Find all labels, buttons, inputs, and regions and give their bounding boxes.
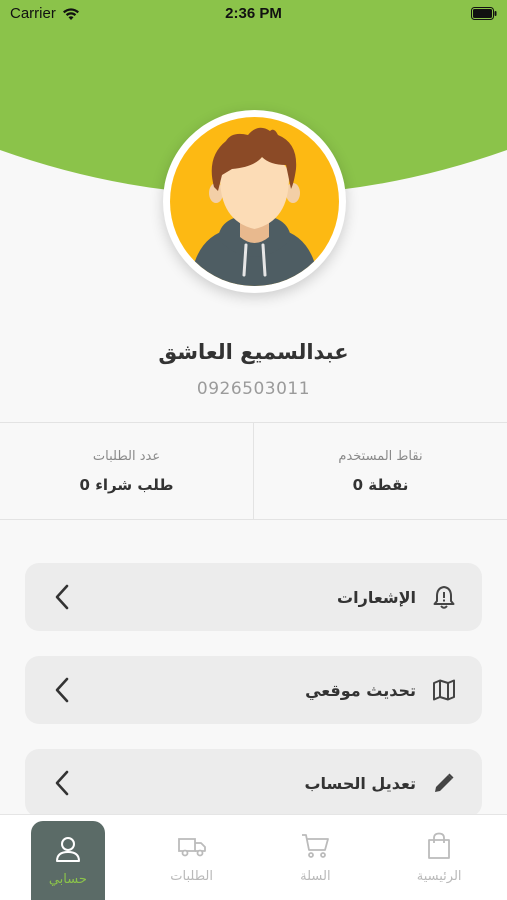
tab-label: حسابي (48, 872, 87, 887)
avatar-image (170, 117, 339, 286)
menu-label: تحديث موقعي (305, 680, 416, 700)
cart-icon (302, 834, 330, 858)
stat-orders: عدد الطلبات 0 طلب شراء (0, 423, 253, 519)
menu-item-notifications[interactable]: الإشعارات (25, 563, 482, 631)
stat-label: نقاط المستخدم (338, 448, 423, 464)
truck-icon (177, 838, 206, 857)
menu-item-update-location[interactable]: تحديث موقعي (25, 656, 482, 724)
menu-label: تعديل الحساب (304, 773, 416, 793)
bell-icon (433, 586, 455, 609)
chevron-left-icon (55, 770, 69, 796)
menu-label: الإشعارات (337, 587, 416, 607)
stat-value: 0 نقطة (352, 475, 409, 494)
tab-label: الرئيسية (416, 869, 462, 884)
map-icon (433, 679, 455, 701)
tab-home[interactable]: الرئيسية (402, 818, 476, 898)
tab-cart[interactable]: السلة (278, 818, 352, 898)
stat-points: نقاط المستخدم 0 نقطة (253, 423, 507, 519)
pencil-icon (435, 773, 454, 792)
tab-label: السلة (300, 869, 331, 884)
stat-label: عدد الطلبات (92, 448, 161, 464)
battery-icon (471, 7, 497, 20)
stats-panel: عدد الطلبات 0 طلب شراء نقاط المستخدم 0 ن… (0, 422, 507, 520)
profile-name: عبدالسميع العاشق (158, 340, 349, 364)
tab-my-account[interactable]: حسابي (30, 820, 105, 900)
stat-value: 0 طلب شراء (79, 475, 174, 494)
status-bar: Carrier 2:36 PM (0, 0, 507, 30)
menu-item-edit-account[interactable]: تعديل الحساب (25, 749, 482, 817)
avatar[interactable] (163, 110, 346, 293)
status-time: 2:36 PM (225, 5, 282, 22)
shopping-bag-icon (428, 832, 451, 859)
user-icon (55, 837, 80, 862)
tab-orders[interactable]: الطلبات (155, 818, 229, 898)
profile-phone: 0926503011 (196, 379, 311, 399)
tab-label: الطلبات (170, 869, 213, 884)
chevron-left-icon (55, 584, 69, 610)
chevron-left-icon (55, 677, 69, 703)
tab-bar: حسابي الطلبات السلة الرئيسية (0, 814, 507, 900)
